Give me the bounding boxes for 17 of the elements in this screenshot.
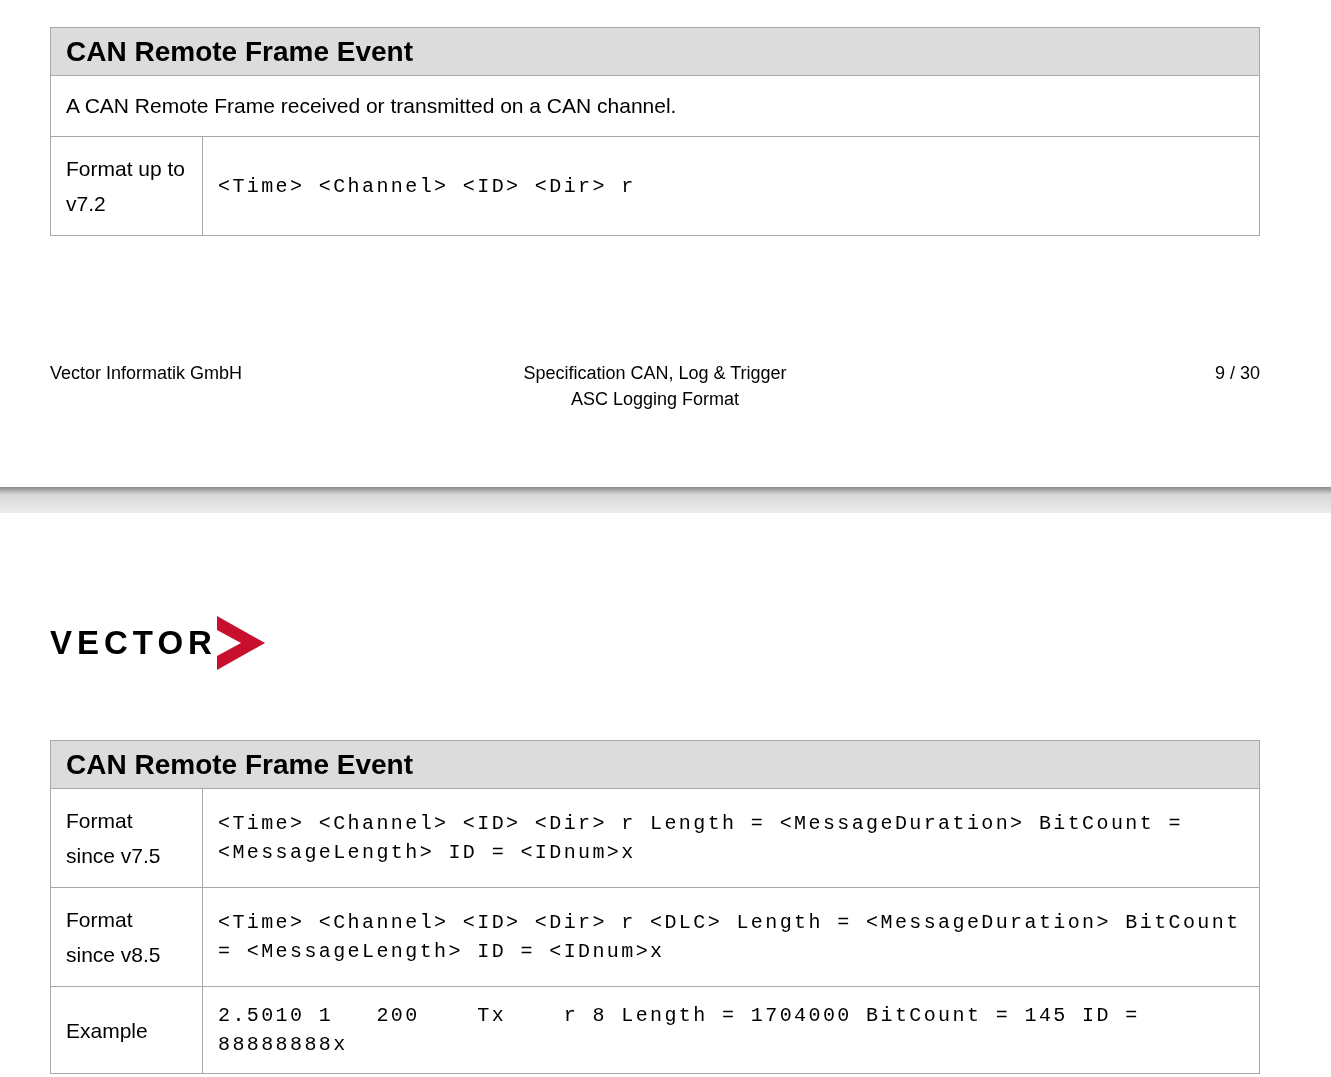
row-label: Format since v8.5 xyxy=(50,887,203,987)
description-text: A CAN Remote Frame received or transmitted on a CAN channel. xyxy=(50,75,1260,137)
logo-text: VECTOR xyxy=(50,624,217,662)
row-label: Format since v7.5 xyxy=(50,788,203,888)
row-label: Format up to v7.2 xyxy=(50,136,203,236)
document-title: Specification CAN, Log & Trigger xyxy=(523,362,787,385)
page-number: 9 / 30 xyxy=(1213,362,1260,385)
format-text: <Time> <Channel> <ID> <Dir> r <DLC> Length = <MessageDuration> BitCount = <MessageLength> ID = <IDnum>x xyxy=(202,887,1260,987)
document-title: ASC Logging Format xyxy=(570,388,740,411)
format-text: <Time> <Channel> <ID> <Dir> r xyxy=(202,136,1260,236)
company-name: Vector Informatik GmbH xyxy=(50,362,244,385)
chevron-icon xyxy=(216,616,265,670)
row-label: Example xyxy=(50,986,203,1074)
format-text: <Time> <Channel> <ID> <Dir> r Length = <MessageDuration> BitCount = <MessageLength> ID = <IDnum>x xyxy=(202,788,1260,888)
format-text: 2.5010 1 200 Tx r 8 Length = 1704000 BitCount = 145 ID = 88888888x xyxy=(202,986,1260,1074)
table-title: CAN Remote Frame Event xyxy=(50,740,1260,789)
table-title: CAN Remote Frame Event xyxy=(50,27,1260,76)
